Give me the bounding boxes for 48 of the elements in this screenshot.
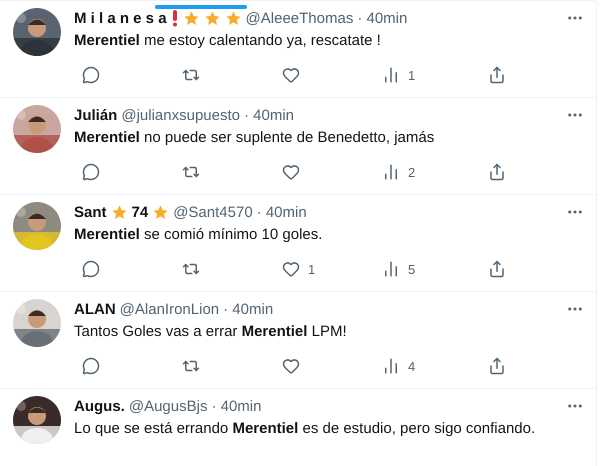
share-icon[interactable] xyxy=(488,163,506,181)
views-icon[interactable] xyxy=(382,260,400,278)
user-name[interactable]: 74 xyxy=(132,204,148,220)
post-time: · 40min xyxy=(256,204,307,220)
post-text: Merentiel se comió mínimo 10 goles. xyxy=(74,225,324,245)
post-text: Tantos Goles vas a errar Merentiel LPM! xyxy=(74,322,348,342)
reply-icon[interactable] xyxy=(82,260,100,278)
reply-icon[interactable] xyxy=(82,357,100,375)
star-icon xyxy=(204,10,221,26)
share-icon[interactable] xyxy=(488,66,506,84)
post-time: · 40min xyxy=(357,10,408,26)
like-icon[interactable] xyxy=(282,357,300,375)
like-icon[interactable] xyxy=(282,260,300,278)
post-time: · 40min xyxy=(223,300,274,318)
star-icon xyxy=(152,204,170,220)
user-name[interactable]: Julián xyxy=(74,106,118,124)
user-handle[interactable]: @julianxsupuesto xyxy=(121,106,240,124)
user-handle[interactable]: @Sant4570 xyxy=(173,204,253,220)
post-text: Lo que se está errando Merentiel es de estudio, pero sigo confiando. xyxy=(74,419,536,439)
user-handle[interactable]: @AlanIronLion xyxy=(120,300,220,318)
like-icon[interactable] xyxy=(282,163,300,181)
post-text: Merentiel no puede ser suplente de Benedetto, jamás xyxy=(74,128,436,148)
user-handle[interactable]: @AugusBjs xyxy=(128,398,208,414)
post-time: · 40min xyxy=(211,398,262,414)
views-count: 2 xyxy=(408,164,416,180)
user-name[interactable]: ALAN xyxy=(74,300,116,318)
user-name[interactable]: Sant xyxy=(74,204,107,220)
user-handle[interactable]: @AleeeThomas xyxy=(246,10,354,26)
star-icon xyxy=(110,204,128,220)
exclamation-icon xyxy=(170,9,179,27)
views-count: 1 xyxy=(408,68,416,82)
user-name[interactable]: Augus. xyxy=(74,398,125,414)
star-icon xyxy=(182,10,200,26)
views-count: 4 xyxy=(408,358,416,374)
like-icon[interactable] xyxy=(282,66,300,84)
views-icon[interactable] xyxy=(382,66,400,84)
views-count: 5 xyxy=(408,262,416,276)
share-icon[interactable] xyxy=(488,357,506,375)
star-icon xyxy=(224,10,242,26)
user-name[interactable]: M i l a n e s a xyxy=(74,10,167,26)
reply-icon[interactable] xyxy=(82,163,100,181)
share-icon[interactable] xyxy=(488,260,506,278)
views-icon[interactable] xyxy=(382,163,400,181)
like-count: 1 xyxy=(308,262,316,276)
views-icon[interactable] xyxy=(382,357,400,375)
post-text: Merentiel me estoy calentando ya, rescatate ! xyxy=(74,31,382,51)
post-time: · 40min xyxy=(244,106,294,124)
reply-icon[interactable] xyxy=(82,66,100,84)
